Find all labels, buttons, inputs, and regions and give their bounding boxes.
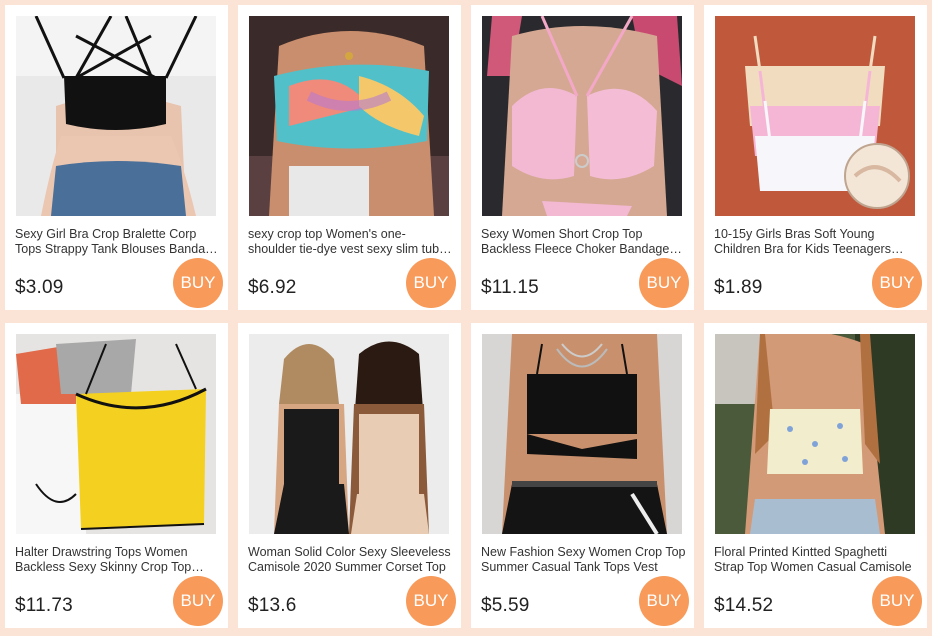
product-title[interactable]: Sexy Girl Bra Crop Bralette Corp Tops St… bbox=[15, 227, 220, 257]
buy-button[interactable]: BUY bbox=[639, 576, 689, 626]
product-image[interactable] bbox=[249, 334, 449, 534]
buy-button[interactable]: BUY bbox=[406, 576, 456, 626]
product-price: $11.15 bbox=[481, 277, 539, 298]
product-price: $1.89 bbox=[714, 277, 763, 298]
product-card[interactable]: Floral Printed Kintted Spaghetti Strap T… bbox=[704, 323, 927, 628]
product-title[interactable]: Sexy Women Short Crop Top Backless Fleec… bbox=[481, 227, 686, 257]
product-grid: Sexy Girl Bra Crop Bralette Corp Tops St… bbox=[0, 0, 932, 636]
buy-button[interactable]: BUY bbox=[406, 258, 456, 308]
buy-button[interactable]: BUY bbox=[872, 576, 922, 626]
product-price: $6.92 bbox=[248, 277, 297, 298]
buy-button[interactable]: BUY bbox=[173, 258, 223, 308]
product-image[interactable] bbox=[715, 334, 915, 534]
product-title[interactable]: Halter Drawstring Tops Women Backless Se… bbox=[15, 545, 220, 575]
product-price: $14.52 bbox=[714, 595, 774, 616]
product-price: $11.73 bbox=[15, 595, 73, 616]
product-card[interactable]: Woman Solid Color Sexy Sleeveless Camiso… bbox=[238, 323, 461, 628]
product-card[interactable]: 10-15y Girls Bras Soft Young Children Br… bbox=[704, 5, 927, 310]
product-card[interactable]: Sexy Women Short Crop Top Backless Fleec… bbox=[471, 5, 694, 310]
product-card[interactable]: Sexy Girl Bra Crop Bralette Corp Tops St… bbox=[5, 5, 228, 310]
product-price: $13.6 bbox=[248, 595, 297, 616]
product-title[interactable]: 10-15y Girls Bras Soft Young Children Br… bbox=[714, 227, 919, 257]
buy-button[interactable]: BUY bbox=[639, 258, 689, 308]
product-image[interactable] bbox=[16, 16, 216, 216]
product-title[interactable]: Woman Solid Color Sexy Sleeveless Camiso… bbox=[248, 545, 453, 575]
product-image[interactable] bbox=[249, 16, 449, 216]
product-card[interactable]: Halter Drawstring Tops Women Backless Se… bbox=[5, 323, 228, 628]
product-image[interactable] bbox=[715, 16, 915, 216]
product-image[interactable] bbox=[16, 334, 216, 534]
product-title[interactable]: Floral Printed Kintted Spaghetti Strap T… bbox=[714, 545, 919, 575]
product-title[interactable]: New Fashion Sexy Women Crop Top Summer C… bbox=[481, 545, 686, 575]
product-price: $5.59 bbox=[481, 595, 530, 616]
product-image[interactable] bbox=[482, 16, 682, 216]
product-image[interactable] bbox=[482, 334, 682, 534]
product-price: $3.09 bbox=[15, 277, 64, 298]
buy-button[interactable]: BUY bbox=[872, 258, 922, 308]
product-card[interactable]: New Fashion Sexy Women Crop Top Summer C… bbox=[471, 323, 694, 628]
buy-button[interactable]: BUY bbox=[173, 576, 223, 626]
product-title[interactable]: sexy crop top Women's one-shoulder tie-d… bbox=[248, 227, 453, 257]
product-card[interactable]: sexy crop top Women's one-shoulder tie-d… bbox=[238, 5, 461, 310]
